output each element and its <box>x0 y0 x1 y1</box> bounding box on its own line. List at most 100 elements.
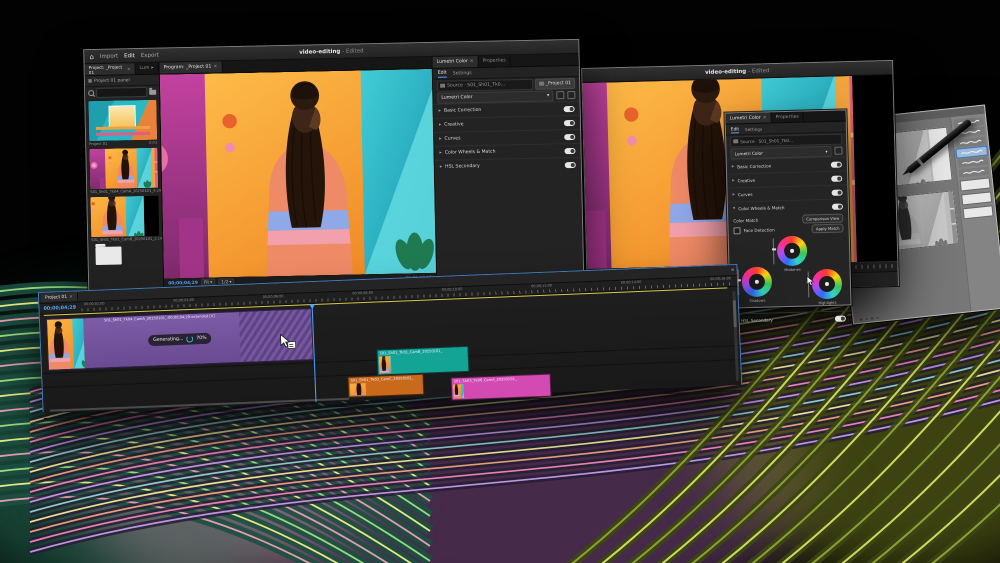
generating-progress-badge: Generating... 70% <box>148 333 212 347</box>
subtab-edit[interactable]: Edit <box>438 70 447 77</box>
grid-icon: ▦ <box>88 79 92 84</box>
section-toggle[interactable] <box>564 119 575 125</box>
tab-properties[interactable]: Properties <box>771 112 803 123</box>
chevron-down-icon: ▾ <box>547 93 549 98</box>
section-toggle[interactable] <box>835 315 846 321</box>
bin-item-clip-b[interactable]: S01_Sh01_Tk01_CamB_20250101_2;19 <box>90 196 159 242</box>
section-toggle[interactable] <box>565 161 576 167</box>
chevron-right-icon: ▸ <box>439 123 441 128</box>
clip-cama-2[interactable]: S01_Sh03_Tk06_CamA_20250101_ <box>451 374 552 401</box>
bin-item-sequence[interactable]: Project 010;03 <box>88 100 157 146</box>
section-toggle[interactable] <box>831 175 842 181</box>
subtab-settings[interactable]: Settings <box>745 126 762 131</box>
tab-project[interactable]: Project: _Project 01 × <box>85 63 136 75</box>
close-icon[interactable]: × <box>470 59 474 64</box>
chevron-right-icon: ▸ <box>732 164 734 169</box>
chevron-right-icon: ▸ <box>439 151 441 156</box>
menu-import[interactable]: Import <box>100 53 118 59</box>
lumetri-panel: Lumetri Color × Properties Edit Settings… <box>433 54 584 308</box>
clip-generating-extended[interactable]: S01_Sh01_Tk04_CamA_20250101_-00;00;04;29… <box>46 308 314 371</box>
section-hsl-secondary[interactable]: ▸ HSL Secondary <box>435 157 581 174</box>
clip-thumbnail <box>47 318 103 370</box>
color-wheels-area: Shadows Midtones Highlights <box>729 232 851 313</box>
midtones-slider[interactable] <box>773 238 775 264</box>
mouse-cursor-drag <box>279 333 291 348</box>
layer-swatch[interactable] <box>961 191 992 205</box>
close-icon[interactable]: × <box>127 66 131 71</box>
spinner-icon <box>186 335 193 342</box>
midtones-wheel[interactable] <box>777 236 808 267</box>
section-toggle[interactable] <box>564 147 575 153</box>
chevron-right-icon: ▸ <box>440 165 442 170</box>
chevron-right-icon: ▸ <box>439 137 441 142</box>
vertical-scrollbar[interactable] <box>732 291 739 381</box>
tab-lumetri-truncated[interactable]: Lum ▸ <box>135 63 158 74</box>
section-toggle[interactable] <box>564 133 575 139</box>
chevron-down-icon: ▾ <box>825 148 827 153</box>
panel-menu-icon[interactable]: ≡ <box>731 268 735 273</box>
chevron-right-icon: ▸ <box>439 109 441 114</box>
lumetri-floating-panel: Lumetri Color× Properties Edit Settings … <box>724 109 851 308</box>
menu-edit[interactable]: Edit <box>124 53 135 59</box>
face-detection-label: Face Detection <box>743 227 774 233</box>
layer-swatch[interactable] <box>963 205 994 219</box>
chevron-right-icon: ▸ <box>151 66 153 71</box>
header-menu: Import Edit Export <box>100 52 159 59</box>
section-toggle[interactable] <box>832 189 843 195</box>
tab-properties[interactable]: Properties <box>478 55 510 67</box>
generated-media-hatch <box>239 309 313 362</box>
bin-item-clip-a[interactable]: S01_Sh01_Tk04_CamA_20250101_4;29 <box>89 148 158 194</box>
subtab-settings[interactable]: Settings <box>453 71 472 76</box>
highlights-wheel[interactable] <box>812 269 843 300</box>
apply-match-button[interactable]: Apply Match <box>812 223 844 233</box>
comparison-view-button[interactable]: Comparison View <box>802 213 843 223</box>
new-bin-icon[interactable] <box>149 89 156 94</box>
search-icon <box>88 90 94 96</box>
search-input[interactable] <box>96 87 147 98</box>
clip-camb[interactable]: S01_Sh01_Tk01_CamB_20250101_ <box>376 346 469 376</box>
close-icon[interactable]: × <box>213 64 217 69</box>
clip-icon <box>733 139 738 143</box>
bin-folder-item[interactable] <box>95 246 121 265</box>
clip-thumbnail <box>453 384 470 399</box>
brush-option[interactable] <box>959 166 990 177</box>
close-icon[interactable]: × <box>69 294 73 299</box>
tab-lumetri-color[interactable]: Lumetri Color × <box>433 56 479 68</box>
section-toggle[interactable] <box>832 203 843 209</box>
project-panel: Project: _Project 01 × Lum ▸ ▦ Project 0… <box>85 63 165 316</box>
tab-timeline-sequence[interactable]: Project 01 × <box>41 292 78 301</box>
shadows-wheel[interactable] <box>742 266 773 297</box>
clip-icon <box>440 84 445 88</box>
timeline-timecode[interactable]: 00;00;04;29 <box>43 305 76 311</box>
close-icon[interactable]: × <box>763 115 767 120</box>
mouse-cursor <box>806 275 814 286</box>
clip-icon <box>539 82 544 86</box>
project-target-button[interactable]: _Project 01 <box>535 77 576 89</box>
midtones-label: Midtones <box>776 267 810 272</box>
panel-option-icon[interactable] <box>834 147 842 155</box>
tab-program[interactable]: Program: _Project 01 × <box>160 61 223 73</box>
menu-export[interactable]: Export <box>141 52 159 58</box>
section-toggle[interactable] <box>564 105 575 111</box>
project-breadcrumb[interactable]: Project 01 panel <box>94 78 130 84</box>
clip-camc[interactable]: S01_Sh01_Tk02_CamC_20250101_ <box>348 374 425 398</box>
highlights-label: Highlights <box>810 301 844 306</box>
program-video[interactable] <box>160 69 436 279</box>
shadows-label: Shadows <box>740 298 774 303</box>
chevron-right-icon: ▸ <box>733 192 735 197</box>
home-icon[interactable]: ⌂ <box>89 53 94 61</box>
tab-lumetri-color[interactable]: Lumetri Color× <box>725 112 771 123</box>
program-monitor-panel: Program: _Project 01 × 00;00;04;29 Fit▾ … <box>160 57 438 314</box>
layer-swatch[interactable] <box>960 177 991 191</box>
project-bin: Project 010;03 S01_Sh01_Tk04_CamA_202501… <box>85 98 163 303</box>
subtab-edit[interactable]: Edit <box>731 126 739 133</box>
section-toggle[interactable] <box>831 161 842 167</box>
clip-thumbnail <box>379 356 396 374</box>
clip-thumbnail <box>350 383 366 396</box>
sequence-thumbnail <box>88 100 157 141</box>
panel-option-icon[interactable] <box>556 91 564 99</box>
panel-option-icon[interactable] <box>567 91 575 99</box>
chevron-down-icon: ▾ <box>733 206 735 211</box>
face-detection-checkbox[interactable] <box>733 227 740 234</box>
chevron-right-icon: ▸ <box>732 178 734 183</box>
